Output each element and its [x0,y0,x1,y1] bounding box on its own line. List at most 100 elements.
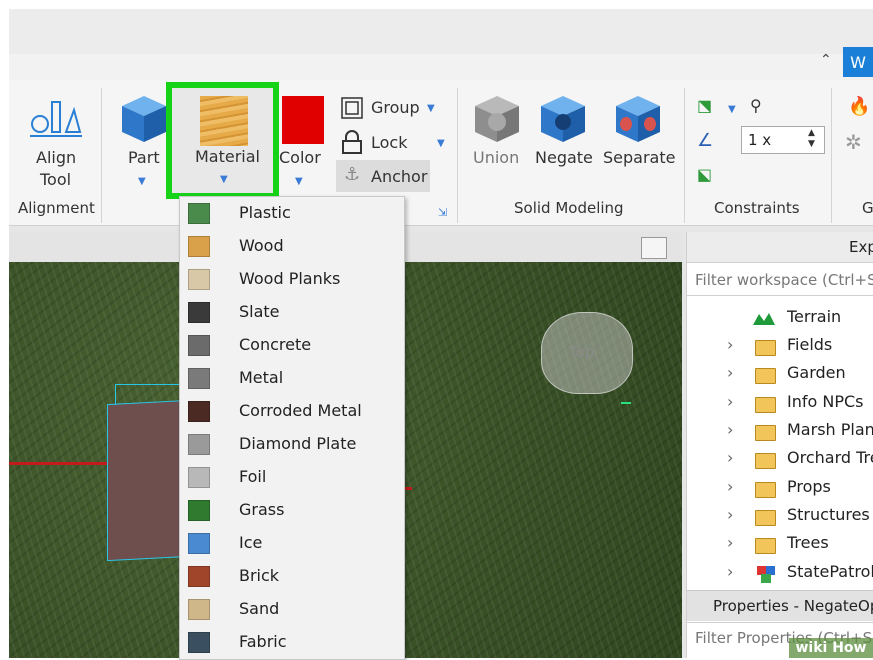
chevron-right-icon[interactable]: › [727,448,733,467]
part-dropdown-caret[interactable]: ▼ [138,176,146,187]
constraint-joint-icon[interactable]: ⬔ [697,96,712,115]
material-dropdown-caret[interactable]: ▼ [220,174,228,185]
tree-item-marsh-plant[interactable]: › Marsh Plant [687,418,873,444]
red-axis-marker [404,487,412,490]
corroded-metal-swatch-icon [188,401,210,422]
material-option-corroded-metal[interactable]: Corroded Metal [180,395,404,428]
ice-swatch-icon [188,533,210,554]
union-label: Union [473,148,520,167]
material-option-concrete[interactable]: Concrete [180,329,404,362]
material-option-wood[interactable]: Wood [180,230,404,263]
ribbon-separator [831,88,832,223]
material-option-metal[interactable]: Metal [180,362,404,395]
effect-sparkle-icon[interactable]: ✲ [845,130,862,154]
selected-part-box[interactable] [107,399,189,562]
tree-item-info-npcs[interactable]: › Info NPCs [687,390,873,416]
constraint-step-input[interactable]: 1 x ▲ ▼ [741,126,825,154]
group-button[interactable]: Group ▼ [341,95,451,121]
group-label-alignment: Alignment [18,199,95,217]
wood-planks-swatch-icon [188,269,210,290]
folder-icon [755,397,776,413]
tree-item-label: Fields [787,335,833,354]
tree-item-orchard[interactable]: › Orchard Tre [687,446,873,472]
tree-item-trees[interactable]: › Trees [687,531,873,557]
tab-active[interactable]: W [843,47,873,77]
sand-swatch-icon [188,599,210,620]
material-option-fabric[interactable]: Fabric [180,626,404,659]
color-button[interactable]: Color ▼ [279,92,329,192]
material-option-foil[interactable]: Foil [180,461,404,494]
group-icon [341,97,363,119]
tree-item-fields[interactable]: › Fields [687,333,873,359]
explorer-filter-input[interactable]: Filter workspace (Ctrl+S [687,265,873,296]
chevron-right-icon[interactable]: › [727,363,733,382]
constraint-weld-icon[interactable]: ⬕ [697,165,712,184]
color-label: Color [279,148,321,167]
group-label: Group [371,98,420,117]
collapse-ribbon-icon[interactable]: ⌃ [820,52,832,68]
chevron-right-icon[interactable]: › [727,477,733,496]
color-dropdown-caret[interactable]: ▼ [295,176,303,187]
material-option-brick[interactable]: Brick [180,560,404,593]
foil-swatch-icon [188,467,210,488]
align-tool-label-line1: Align [36,148,77,167]
material-option-slate[interactable]: Slate [180,296,404,329]
part-label: Part [128,148,160,167]
wood-swatch-icon [188,236,210,257]
anchor-button[interactable]: ⚓ Anchor [336,160,430,192]
lock-dropdown-caret[interactable]: ▼ [437,138,445,149]
expand-dialog-icon[interactable]: ⇲ [438,206,447,219]
tree-item-structures[interactable]: › Structures [687,503,873,529]
group-dropdown-caret[interactable]: ▼ [427,103,435,114]
material-option-label: Slate [239,302,280,321]
explorer-filter-placeholder: Filter workspace (Ctrl+S [695,271,873,289]
chevron-right-icon[interactable]: › [727,420,733,439]
material-option-ice[interactable]: Ice [180,527,404,560]
chevron-right-icon[interactable]: › [727,392,733,411]
chevron-right-icon[interactable]: › [727,505,733,524]
tree-item-garden[interactable]: › Garden [687,361,873,387]
lock-label: Lock [371,133,408,152]
material-option-sand[interactable]: Sand [180,593,404,626]
tree-item-label: Trees [787,533,829,552]
align-tool-button[interactable]: Align Tool [16,92,96,192]
constraint-dropdown-caret[interactable]: ▼ [728,104,736,115]
view-toggle-icon[interactable] [641,237,667,259]
material-button[interactable]: Material ▼ [166,82,279,199]
chevron-right-icon[interactable]: › [727,562,733,581]
material-option-grass[interactable]: Grass [180,494,404,527]
lock-button[interactable]: Lock ▼ [341,129,451,155]
tree-item-label: Terrain [787,307,842,326]
stepper-arrows-icon[interactable]: ▲ ▼ [808,128,815,150]
tree-item-statepatrol[interactable]: › StatePatrol [687,560,873,586]
constraint-angle-icon[interactable]: ∠ [697,130,713,151]
material-option-label: Ice [239,533,263,552]
part-button[interactable]: Part ▼ [116,92,172,192]
plastic-swatch-icon [188,203,210,224]
chevron-right-icon[interactable]: › [727,533,733,552]
anchor-icon: ⚓ [344,164,361,185]
separate-icon [616,96,660,142]
chevron-right-icon[interactable]: › [727,335,733,354]
tree-item-terrain[interactable]: Terrain [687,305,873,331]
view-cube[interactable]: Top [541,312,633,394]
material-option-plastic[interactable]: Plastic [180,197,404,230]
tree-item-label: Props [787,477,831,496]
negate-button[interactable]: Negate [533,92,593,188]
separate-button[interactable]: Separate [600,92,676,188]
group-label-partial: G [862,199,873,217]
material-option-label: Plastic [239,203,291,222]
folder-icon [755,453,776,469]
effect-fire-icon[interactable]: 🔥 [848,96,870,117]
material-option-wood-planks[interactable]: Wood Planks [180,263,404,296]
folder-icon [755,368,776,384]
explorer-header: Exp [687,232,873,263]
tree-item-label: StatePatrol [787,562,873,581]
material-option-label: Foil [239,467,267,486]
grass-swatch-icon [188,500,210,521]
tree-item-props[interactable]: › Props [687,475,873,501]
ribbon-separator [684,88,685,223]
material-option-diamond-plate[interactable]: Diamond Plate [180,428,404,461]
union-button[interactable]: Union [470,92,526,188]
constraint-hinge-icon[interactable]: ⚲ [750,96,762,115]
